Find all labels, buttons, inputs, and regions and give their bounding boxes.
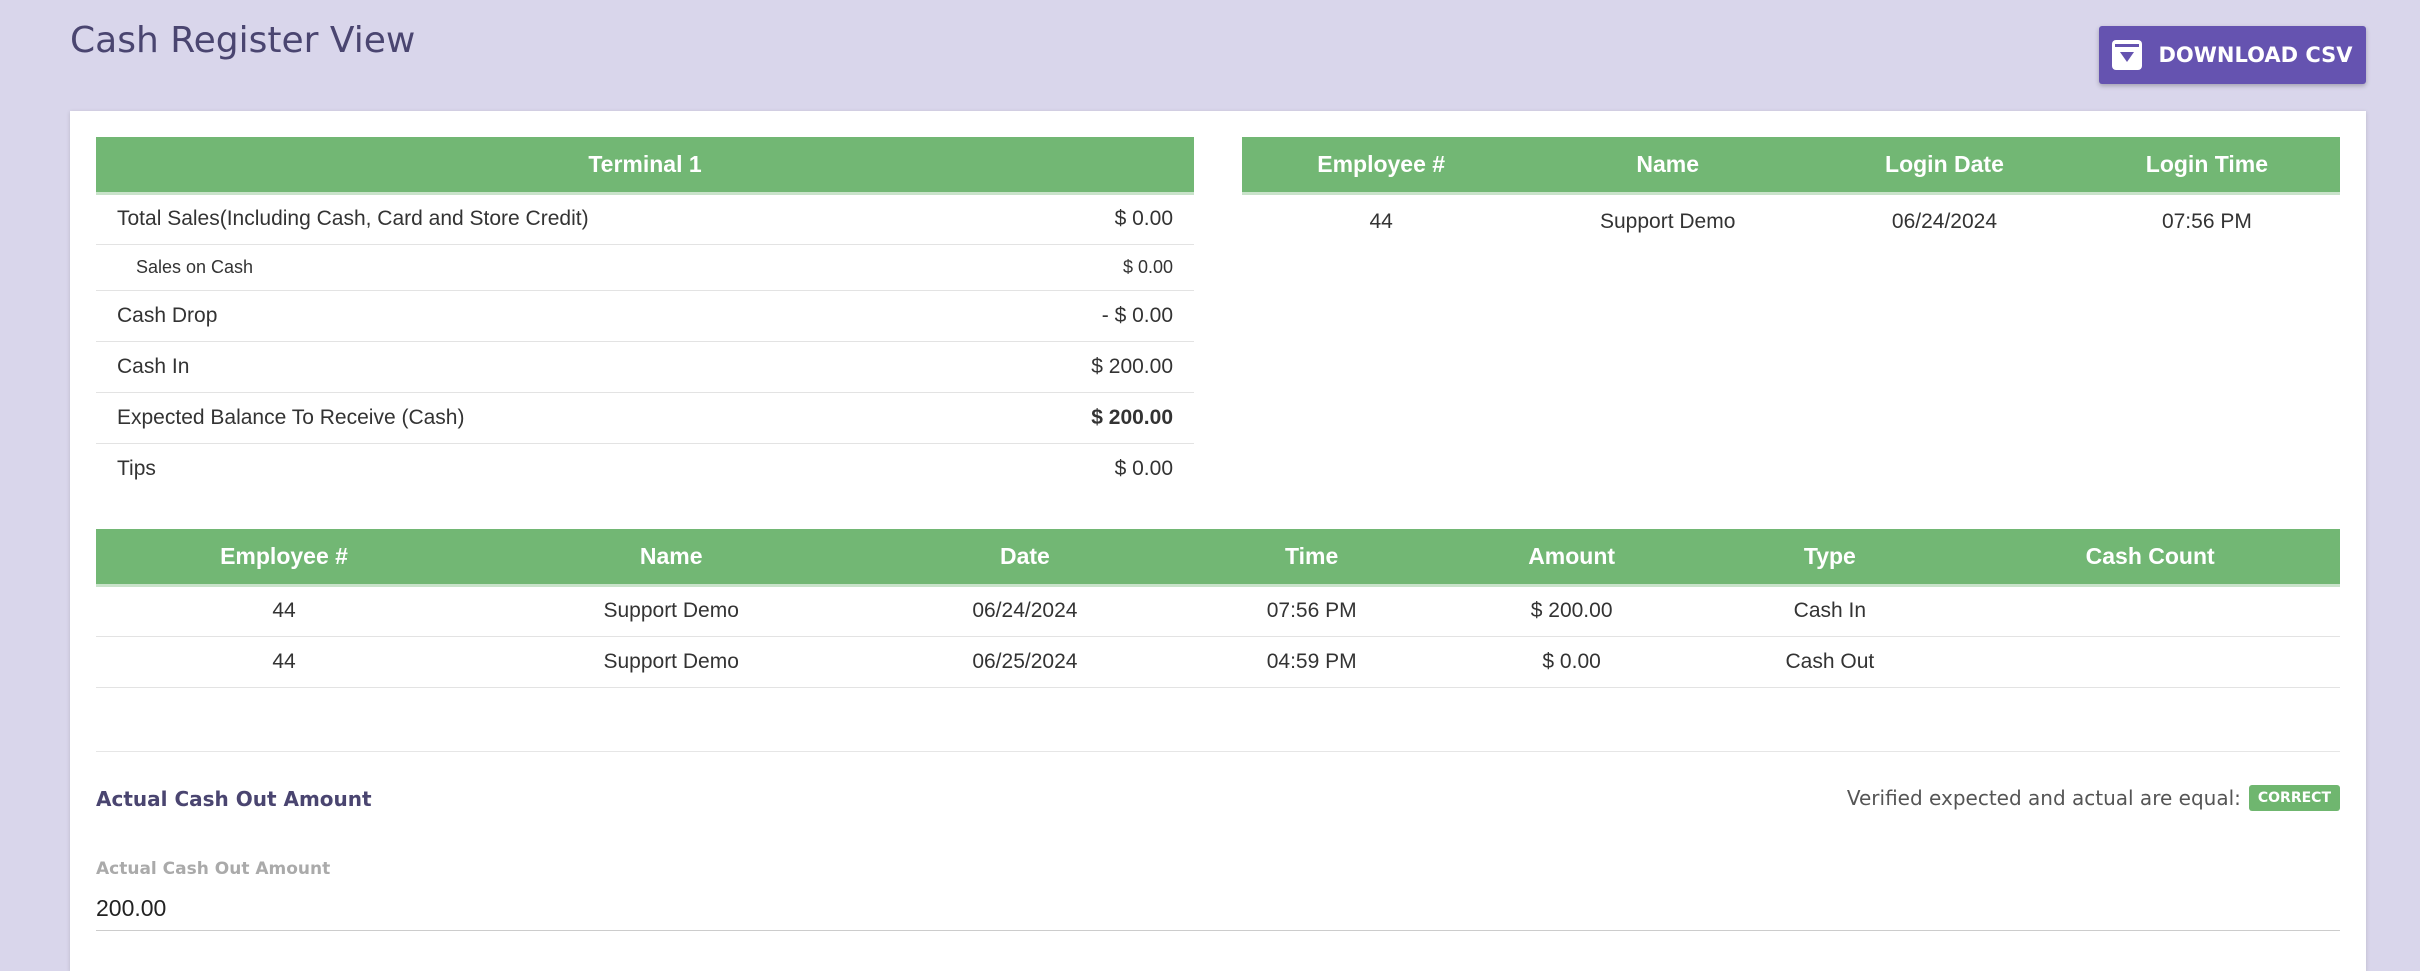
login-header-name: Name	[1520, 137, 1816, 195]
trans-header-type: Type	[1699, 529, 1961, 587]
summary-value: $ 0.00	[980, 244, 1194, 291]
cash-out-amount-input[interactable]	[96, 887, 2340, 931]
summary-row-expected-balance: Expected Balance To Receive (Cash) $ 200…	[96, 392, 1194, 444]
trans-cell-name: Support Demo	[472, 636, 871, 688]
summary-value: $ 200.00	[980, 341, 1194, 393]
trans-header-amount: Amount	[1443, 529, 1700, 587]
register-card: Terminal 1 Total Sales(Including Cash, C…	[70, 111, 2366, 971]
summary-label: Total Sales(Including Cash, Card and Sto…	[96, 193, 981, 245]
trans-cell-amount: $ 200.00	[1443, 585, 1700, 637]
login-header-date: Login Date	[1815, 137, 2074, 195]
page-title: Cash Register View	[70, 20, 416, 61]
cash-out-title: Actual Cash Out Amount	[96, 787, 372, 811]
summary-row-tips: Tips $ 0.00	[96, 443, 1194, 494]
summary-value: $ 0.00	[1114, 456, 1173, 480]
download-csv-button[interactable]: DOWNLOAD CSV	[2099, 26, 2366, 84]
trans-header-date: Date	[870, 529, 1180, 587]
transactions-table: Employee # Name Date Time Amount Type Ca…	[96, 529, 2340, 688]
trans-header-name: Name	[472, 529, 871, 587]
login-cell-employee: 44	[1369, 209, 1393, 233]
summary-value: $ 0.00	[980, 193, 1194, 245]
login-header-employee: Employee #	[1242, 137, 1521, 195]
login-header-time: Login Time	[2073, 137, 2340, 195]
summary-row-sales-on-cash: Sales on Cash $ 0.00	[96, 244, 1194, 291]
trans-cell-name: Support Demo	[472, 585, 871, 637]
table-row: 44 Support Demo 06/24/2024 07:56 PM	[1242, 193, 2340, 249]
verification-text: Verified expected and actual are equal:	[1846, 786, 2241, 810]
trans-cell-type: Cash Out	[1699, 636, 1961, 688]
trans-cell-cash-count	[1960, 636, 2340, 688]
table-row: 44 Support Demo 06/24/2024 07:56 PM $ 20…	[96, 585, 2340, 637]
summary-label: Cash Drop	[96, 290, 981, 342]
trans-cell-time: 07:56 PM	[1179, 585, 1444, 637]
summary-value: - $ 0.00	[980, 290, 1194, 342]
login-table: Employee # Name Login Date Login Time 44…	[1242, 137, 2340, 249]
page-header: Cash Register View DOWNLOAD CSV	[0, 0, 2420, 110]
trans-cell-employee: 44	[96, 585, 473, 637]
trans-cell-time: 04:59 PM	[1179, 636, 1444, 688]
download-icon	[2112, 40, 2143, 70]
trans-cell-date: 06/25/2024	[870, 636, 1180, 688]
trans-header-cash-count: Cash Count	[1960, 529, 2340, 587]
trans-cell-cash-count	[1960, 585, 2340, 637]
trans-cell-date: 06/24/2024	[870, 585, 1180, 637]
summary-label: Sales on Cash	[96, 244, 981, 291]
summary-row-cash-in: Cash In $ 200.00	[96, 341, 1194, 393]
summary-value: $ 200.00	[980, 392, 1194, 444]
cash-out-field-label: Actual Cash Out Amount	[96, 859, 331, 879]
summary-label: Cash In	[96, 341, 981, 393]
summary-label: Tips	[117, 456, 156, 480]
table-row: 44 Support Demo 06/25/2024 04:59 PM $ 0.…	[96, 636, 2340, 688]
download-csv-label: DOWNLOAD CSV	[2158, 43, 2353, 67]
trans-cell-type: Cash In	[1699, 585, 1961, 637]
terminal-title: Terminal 1	[96, 137, 1194, 195]
login-cell-name: Support Demo	[1600, 209, 1736, 233]
terminal-summary-table: Terminal 1 Total Sales(Including Cash, C…	[96, 137, 1194, 494]
login-cell-time: 07:56 PM	[2161, 209, 2252, 233]
login-cell-date: 06/24/2024	[1891, 209, 1997, 233]
summary-row-cash-drop: Cash Drop - $ 0.00	[96, 290, 1194, 342]
verification-status: Verified expected and actual are equal: …	[1847, 785, 2340, 811]
trans-header-time: Time	[1179, 529, 1444, 587]
summary-row-total-sales: Total Sales(Including Cash, Card and Sto…	[96, 193, 1194, 245]
trans-cell-employee: 44	[96, 636, 473, 688]
trans-header-employee: Employee #	[96, 529, 473, 587]
trans-cell-amount: $ 0.00	[1443, 636, 1700, 688]
status-badge: CORRECT	[2248, 785, 2340, 811]
section-divider	[96, 751, 2340, 752]
summary-label: Expected Balance To Receive (Cash)	[96, 392, 981, 444]
